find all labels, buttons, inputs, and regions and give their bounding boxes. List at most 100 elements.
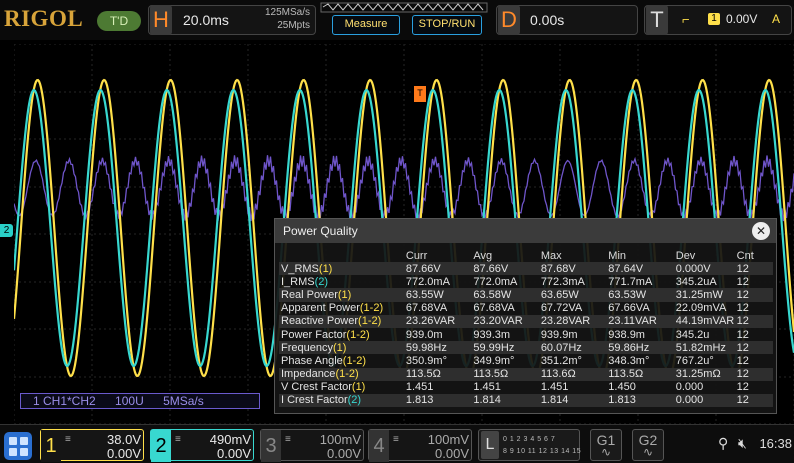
trigger-position-marker[interactable]: T — [414, 86, 426, 102]
logic-analyzer-panel[interactable]: L 0 1 2 3 4 5 6 7 8 9 10 11 12 13 14 15 — [478, 429, 582, 461]
measurement-name: Apparent Power(1-2) — [279, 302, 404, 315]
ch2-offset-marker[interactable]: 2 — [0, 224, 13, 237]
measurement-value: 1.814 — [471, 393, 539, 408]
channel-offset: 0.00V — [107, 446, 141, 461]
measurement-label: Frequency — [281, 341, 333, 354]
top-status-bar: RIGOL T'D H 20.0ms 125MSa/s 25Mpts Measu… — [0, 0, 794, 40]
channel-number: 2 — [151, 430, 171, 462]
memory-depth: 25Mpts — [277, 20, 310, 31]
logic-label: L — [481, 431, 499, 459]
table-row: Phase Angle(1-2) 350.9m° 349.9m° 351.2m° 348… — [279, 354, 773, 367]
measurement-name: V Crest Factor(1) — [279, 381, 404, 394]
measurement-value: 767.2u° — [675, 354, 714, 367]
math-label[interactable]: 1 CH1*CH2 100U 5MSa/s — [20, 393, 260, 409]
channel-3-panel[interactable]: 3 ≡ 100mV 0.00V — [260, 429, 364, 462]
measurement-value: 12 — [736, 302, 749, 315]
measurement-name: I_RMS(2) — [279, 275, 404, 288]
measurement-value: 22.09mVA — [675, 302, 727, 315]
measurement-value: 59.99Hz — [471, 341, 539, 355]
measurement-name: Frequency(1) — [279, 341, 404, 355]
measure-button[interactable]: Measure — [332, 15, 400, 35]
sine-wave-icon: ∿ — [642, 445, 654, 459]
measurement-value: 60.07Hz — [538, 341, 607, 355]
main-menu-button[interactable] — [4, 432, 32, 460]
delay-label: D — [498, 5, 520, 35]
measurement-name: V_RMS(1) — [279, 262, 404, 276]
measurement-value: 44.19mVAR — [673, 314, 735, 328]
column-header: Avg — [473, 249, 493, 262]
dc-coupling-icon: ≡ — [393, 434, 399, 445]
mute-speaker-icon[interactable]: 🔇︎ — [738, 435, 747, 452]
logic-channels-row1: 0 1 2 3 4 5 6 7 — [503, 436, 556, 443]
math-expression: 1 CH1*CH2 — [33, 394, 96, 408]
measurement-value: 113.6Ω — [538, 367, 607, 381]
measurement-value: 938.9m — [608, 328, 645, 341]
logic-channels-row2: 8 9 10 11 12 13 14 15 — [503, 448, 582, 455]
measurement-value: 1.451 — [540, 381, 569, 394]
measurement-value: 23.11VAR — [606, 314, 674, 328]
measurement-value: 12 — [734, 288, 773, 302]
trigger-mode: A — [772, 12, 781, 26]
measurement-source: (2) — [314, 275, 329, 288]
usb-icon: ⚲ — [718, 435, 729, 451]
measurement-label: Real Power — [281, 288, 338, 301]
channel-number: 4 — [369, 430, 389, 462]
math-sample-rate: 5MSa/s — [163, 394, 204, 408]
measurement-source: (1) — [351, 381, 366, 394]
column-header: Min — [608, 249, 627, 262]
measurement-label: Apparent Power — [281, 302, 360, 315]
measurement-label: Reactive Power — [281, 315, 359, 328]
channel-1-panel[interactable]: 1 ≡ 38.0V 0.00V — [40, 429, 144, 462]
table-row: V Crest Factor(1) 1.451 1.451 1.451 1.450 0.0… — [279, 381, 773, 394]
table-row: Real Power(1) 63.55W 63.58W 63.65W 63.53W 31.… — [279, 288, 773, 302]
sample-rate: 125MSa/s — [264, 7, 310, 18]
measurement-value: 349.9m° — [473, 354, 515, 367]
channel-2-panel[interactable]: 2 ≡ 490mV 0.00V — [150, 429, 254, 462]
measurement-label: Power Factor — [281, 328, 347, 341]
trigger-level: 0.00V — [726, 12, 758, 26]
channel-scale: 490mV — [209, 432, 251, 447]
measurement-value: 23.20VAR — [471, 314, 539, 328]
measurement-value: 1.451 — [405, 381, 434, 394]
measurement-value: 1.451 — [473, 381, 501, 394]
table-row: Frequency(1) 59.98Hz 59.99Hz 60.07Hz 59.86Hz… — [279, 341, 773, 355]
column-header: Cnt — [736, 249, 754, 262]
math-trace — [14, 155, 794, 222]
rising-edge-icon: ⌐ — [682, 12, 690, 27]
dc-coupling-icon: ≡ — [175, 434, 181, 445]
channel-number: 3 — [261, 430, 281, 462]
panel-header: Power Quality ✕ — [275, 219, 776, 243]
column-header: Dev — [675, 249, 696, 262]
panel-title: Power Quality — [283, 224, 358, 238]
table-row: Power Factor(1-2) 939.0m 939.3m 939.9m 938.9… — [279, 328, 773, 341]
table-row: Reactive Power(1-2) 23.26VAR 23.20VAR 23.28… — [279, 314, 773, 328]
measurement-value: 59.98Hz — [403, 341, 472, 355]
power-quality-table: Curr Avg Max Min Dev Cnt V_RMS(1) 87.66V 87.66V… — [279, 249, 773, 408]
measurement-value: 351.2m° — [540, 354, 582, 367]
measurement-value: 12 — [734, 262, 773, 276]
dc-coupling-icon: ≡ — [285, 434, 291, 445]
measurement-source: (1-2) — [346, 328, 370, 341]
table-header-row: Curr Avg Max Min Dev Cnt — [279, 249, 773, 262]
close-icon[interactable]: ✕ — [752, 222, 770, 240]
generator-2-button[interactable]: G2 ∿ — [632, 429, 664, 461]
waveform-position-indicator — [320, 2, 488, 13]
measurement-source: (1-2) — [342, 354, 367, 367]
stop-run-button[interactable]: STOP/RUN — [412, 15, 482, 35]
measurement-name: Power Factor(1-2) — [279, 328, 404, 341]
measurement-label: Impedance — [281, 368, 336, 381]
measurement-value: 348.3m° — [608, 354, 650, 367]
table-row: Apparent Power(1-2) 67.68VA 67.68VA 67.72VA… — [279, 302, 773, 315]
measurement-value: 0.000V — [673, 262, 735, 276]
measurement-source: (1-2) — [359, 302, 384, 315]
measurement-value: 113.5Ω — [606, 367, 674, 381]
measurement-value: 51.82mHz — [673, 341, 735, 355]
channel-offset: 0.00V — [327, 446, 361, 461]
measurement-value: 63.53W — [606, 288, 674, 302]
channel-number: 1 — [41, 430, 61, 462]
channel-4-panel[interactable]: 4 ≡ 100mV 0.00V — [368, 429, 472, 462]
measurement-label: Phase Angle — [281, 354, 343, 367]
generator-1-button[interactable]: G1 ∿ — [590, 429, 622, 461]
measurement-value: 1.813 — [403, 393, 472, 408]
power-quality-panel: Power Quality ✕ Curr Avg Max Min Dev Cnt V_RM… — [274, 218, 777, 414]
